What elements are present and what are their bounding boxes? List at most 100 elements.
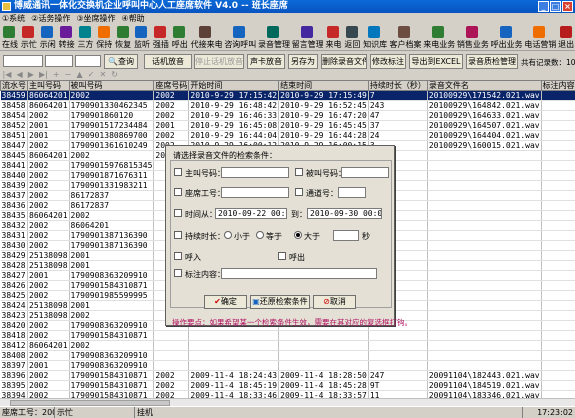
equal-radio[interactable] [256, 231, 264, 239]
toolbar-button[interactable]: 返回 [342, 25, 361, 51]
operator-dropdown[interactable] [45, 55, 73, 67]
toolbar-button[interactable]: 代接来电 [189, 25, 222, 51]
table-cell: 25138098 [27, 300, 70, 311]
time-checkbox[interactable] [174, 209, 182, 217]
table-row[interactable]: 38454 2002 1790901860120 2002 2010-9-29 16:4… [0, 110, 575, 121]
toolbar-label: 录音管理 [258, 40, 290, 49]
table-row[interactable]: 38451 2001 1790901380869700 2002 2010-9-29 1… [0, 130, 575, 141]
toolbar-button[interactable]: 留言管理 [290, 25, 323, 51]
table-cell [153, 340, 190, 351]
stop-play-button[interactable]: 停止话机放音 [194, 54, 244, 69]
table-cell: 2001 [27, 360, 70, 371]
table-row[interactable]: 38397200117909083632099106True [0, 360, 575, 371]
menu-seat-ops[interactable]: ③坐席操作 [76, 13, 115, 24]
table-row[interactable]: 38459 86064201 2002 2002 2010-9-29 17:15:42 2… [0, 90, 575, 101]
channel-checkbox[interactable] [295, 188, 303, 196]
column-header[interactable]: 标注内容 [540, 80, 575, 91]
table-row[interactable]: 38396 2002 1790901584310871 2002 2009-11-4 1… [0, 370, 575, 381]
column-header[interactable]: 录音文件名 [426, 80, 542, 91]
toolbar-button[interactable]: 来电 [323, 25, 342, 51]
table-row[interactable]: 38458 86064201 1790901330462345 2002 2010-9-… [0, 100, 575, 111]
query-button[interactable]: 🔍查询 [104, 54, 138, 69]
called-checkbox[interactable] [295, 168, 303, 176]
table-row[interactable]: 38408200217909083632099106True [0, 350, 575, 361]
column-header[interactable]: 被叫号码 [68, 80, 155, 91]
cancel-button[interactable]: ⊘取消 [313, 295, 356, 309]
calling-input[interactable] [221, 167, 289, 178]
toolbar-icon [300, 26, 313, 38]
seat-checkbox[interactable] [174, 188, 182, 196]
delete-recording-button[interactable]: 删除录音文件 [321, 54, 367, 69]
column-header[interactable]: 主叫号码 [27, 80, 70, 91]
toolbar-button[interactable]: 在线 [0, 25, 19, 51]
minimize-button[interactable]: _ [538, 1, 549, 12]
column-header[interactable]: 结束时间 [278, 80, 369, 91]
menu-system[interactable]: ①系统 [2, 13, 25, 24]
record-navigator[interactable]: |◀ ◀ ▶ ▶| + − ▲ ✓ ✕ ↻ [0, 70, 575, 80]
horizontal-scrollbar[interactable] [0, 398, 575, 406]
note-checkbox[interactable] [174, 269, 182, 277]
duration-input[interactable] [333, 230, 359, 241]
note-input[interactable] [221, 268, 377, 279]
table-row[interactable]: 38394 2002 1790901584310871 2002 2009-11-4 1… [0, 390, 575, 398]
value-input[interactable] [75, 55, 101, 67]
less-radio[interactable] [224, 231, 232, 239]
toolbar-label: 知识库 [363, 40, 388, 49]
toolbar-button[interactable]: 呼出业务 [489, 25, 522, 51]
toolbar-button[interactable]: 强插 [151, 25, 170, 51]
status-state: 示忙 [55, 407, 135, 418]
maximize-button[interactable]: □ [550, 1, 561, 12]
toolbar-button[interactable]: 示忙 [19, 25, 38, 51]
channel-input[interactable] [338, 187, 366, 198]
duration-checkbox[interactable] [174, 231, 182, 239]
toolbar-button[interactable]: 销售业务 [455, 25, 489, 51]
toolbar-button[interactable]: 知识库 [361, 25, 387, 51]
outgoing-checkbox[interactable] [278, 252, 286, 260]
toolbar-button[interactable]: 监听 [132, 25, 151, 51]
toolbar-button[interactable]: 保持 [94, 25, 113, 51]
seat-input[interactable] [221, 187, 289, 198]
toolbar-button[interactable]: 客户档案 [387, 25, 421, 51]
menu-call-ops[interactable]: ②话务操作 [31, 13, 70, 24]
field-dropdown[interactable] [3, 55, 43, 67]
restore-button[interactable]: ▣还原检索条件 [250, 295, 310, 309]
time-to-input[interactable]: 2010-09-30 00:00:00 [307, 208, 382, 219]
column-header[interactable]: 座席号码 [153, 80, 190, 91]
column-header[interactable]: 持续时长（秒） [367, 80, 428, 91]
called-input[interactable] [341, 167, 389, 178]
table-cell [427, 290, 542, 301]
table-cell: 86064201 [27, 210, 70, 221]
toolbar-button[interactable]: 电话营销 [522, 25, 556, 51]
calling-checkbox[interactable] [174, 168, 182, 176]
export-excel-button[interactable]: 导出到EXCEL [409, 54, 463, 69]
table-row[interactable]: 384128606420120026False [0, 340, 575, 351]
table-cell: 2002 [27, 170, 70, 181]
toolbar-button[interactable]: 录音管理 [256, 25, 290, 51]
table-row[interactable]: 38418200217909015843108716True [0, 330, 575, 341]
greater-radio[interactable] [294, 231, 302, 239]
toolbar-button[interactable]: 咨询呼叫 [222, 25, 256, 51]
toolbar-button[interactable]: 转接 [57, 25, 76, 51]
channel-label: 通道号： [306, 189, 338, 198]
phone-play-button[interactable]: 话机放音 [144, 54, 192, 69]
toolbar-button[interactable]: 恢复 [113, 25, 132, 51]
save-as-button[interactable]: 另存为 [288, 54, 318, 69]
toolbar-button[interactable]: 示闲 [38, 25, 57, 51]
table-row[interactable]: 38452 2001 1790901517234484 2001 2010-9-29 1… [0, 120, 575, 131]
toolbar-button[interactable]: 呼出 [170, 25, 189, 51]
table-cell: 2002 [153, 380, 190, 391]
toolbar-button[interactable]: 三方 [75, 25, 94, 51]
ok-button[interactable]: ✔确定 [204, 295, 247, 309]
menu-help[interactable]: ④帮助 [122, 13, 145, 24]
column-header[interactable]: 流水号 [0, 80, 28, 91]
toolbar-button[interactable]: 来电业务 [421, 25, 455, 51]
soundcard-play-button[interactable]: 声卡放音 [247, 54, 285, 69]
edit-note-button[interactable]: 修改标注 [370, 54, 406, 69]
column-header[interactable]: 开始时间 [188, 80, 280, 91]
toolbar-button[interactable]: 退出 [556, 25, 575, 51]
incoming-checkbox[interactable] [174, 252, 182, 260]
close-button[interactable]: × [562, 1, 573, 12]
time-from-input[interactable]: 2010-09-22 00:00:00 [215, 208, 287, 219]
table-row[interactable]: 38395 2002 1790901584310871 2002 2009-11-4 1… [0, 380, 575, 391]
quality-check-button[interactable]: 录音质检管理 [466, 54, 518, 69]
